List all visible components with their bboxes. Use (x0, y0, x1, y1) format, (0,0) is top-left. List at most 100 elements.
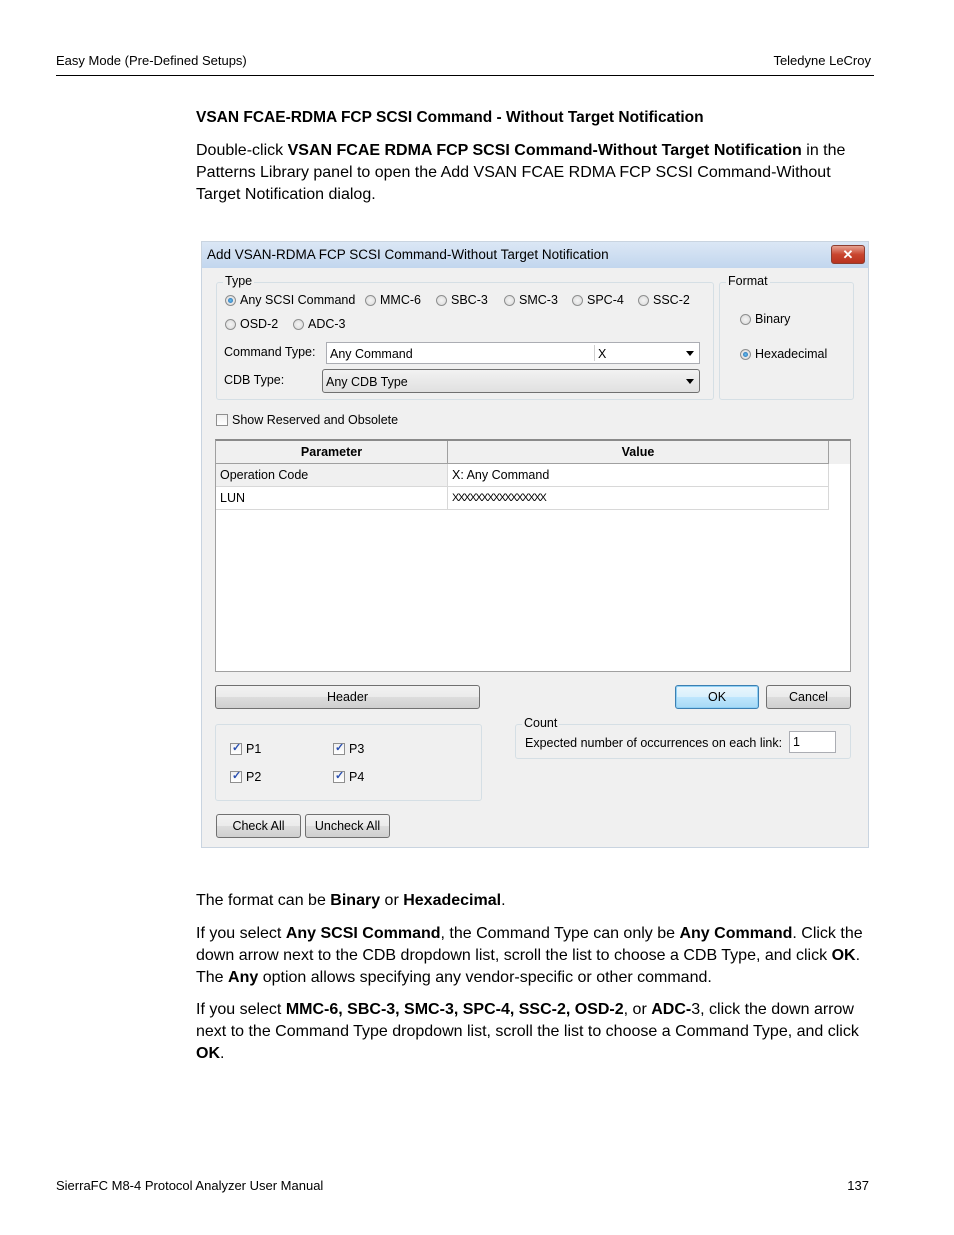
radio-icon (740, 313, 751, 325)
command-type-label: Command Type: (224, 345, 316, 359)
grid-header-filler (828, 441, 850, 464)
text: If you select (196, 1001, 286, 1018)
value-cell[interactable]: XXXXXXXXXXXXXXXX (447, 486, 829, 510)
dialog-title: Add VSAN-RDMA FCP SCSI Command-Without T… (207, 247, 609, 262)
text: , or (623, 1001, 652, 1018)
radio-icon (436, 294, 447, 306)
radio-icon (293, 318, 304, 330)
radio-label: SPC-4 (587, 293, 624, 307)
radio-hexadecimal[interactable]: Hexadecimal (740, 347, 827, 361)
radio-ssc-2[interactable]: SSC-2 (638, 293, 690, 307)
bold-text: OK (831, 947, 856, 964)
specific-type-paragraph: If you select MMC-6, SBC-3, SMC-3, SPC-4… (196, 999, 876, 1065)
column-header-parameter[interactable]: Parameter (216, 441, 448, 464)
bold-text: Any (228, 969, 259, 986)
format-group: Format (719, 274, 854, 400)
table-row[interactable]: Operation Code X: Any Command (216, 463, 829, 487)
header-button[interactable]: Header (215, 685, 480, 709)
checkbox-checked-icon (230, 769, 242, 783)
text: The format can be (196, 892, 331, 909)
bold-text: Any SCSI Command (285, 925, 441, 942)
parameter-cell: Operation Code (216, 463, 448, 487)
bold-text: ADC- (651, 1001, 692, 1018)
chevron-down-icon[interactable] (686, 351, 694, 356)
radio-label: Binary (755, 312, 791, 326)
radio-icon (365, 294, 376, 306)
ok-button[interactable]: OK (675, 685, 759, 709)
port-checkbox-p1[interactable]: P1 (230, 741, 262, 756)
footer-manual-title: SierraFC M8-4 Protocol Analyzer User Man… (56, 1178, 324, 1193)
text: , the Command Type can only be (440, 925, 680, 942)
table-row[interactable]: LUN XXXXXXXXXXXXXXXX (216, 486, 829, 510)
uncheck-all-button[interactable]: Uncheck All (305, 814, 390, 838)
radio-label: Hexadecimal (755, 347, 828, 361)
checkbox-checked-icon (230, 741, 242, 755)
count-group-label: Count (522, 716, 560, 730)
command-type-value: Any Command (330, 347, 413, 361)
bold-text: MMC-6, SBC-3, SMC-3, SPC-4, SSC-2, OSD-2 (285, 1001, 624, 1018)
show-reserved-checkbox[interactable]: Show Reserved and Obsolete (216, 413, 398, 427)
radio-binary[interactable]: Binary (740, 312, 790, 326)
ports-group (215, 724, 482, 801)
radio-sbc-3[interactable]: SBC-3 (436, 293, 488, 307)
combo-separator (594, 345, 595, 361)
text: If you select (196, 925, 286, 942)
text: or (380, 892, 404, 909)
value-cell[interactable]: X: Any Command (447, 463, 829, 487)
cdb-type-value: Any CDB Type (326, 375, 408, 389)
format-group-label: Format (726, 274, 770, 288)
checkbox-label: P3 (349, 742, 365, 756)
column-header-value[interactable]: Value (447, 441, 829, 464)
checkbox-icon (216, 414, 228, 426)
count-input[interactable]: 1 (789, 731, 836, 753)
radio-smc-3[interactable]: SMC-3 (504, 293, 558, 307)
check-all-button[interactable]: Check All (216, 814, 301, 838)
parameter-grid: Parameter Value Operation Code X: Any Co… (215, 439, 851, 672)
command-type-code: X (598, 347, 607, 361)
radio-selected-icon (225, 294, 236, 306)
count-field-label: Expected number of occurrences on each l… (525, 736, 783, 750)
bold-text: Any Command (679, 925, 793, 942)
command-type-dropdown[interactable]: Any Command X (326, 342, 700, 364)
grid-header-row: Parameter Value (216, 441, 829, 464)
cancel-button[interactable]: Cancel (766, 685, 851, 709)
checkbox-label: P2 (246, 770, 262, 784)
checkbox-label: P4 (349, 770, 365, 784)
checkbox-label: Show Reserved and Obsolete (232, 413, 399, 427)
bold-text: Binary (330, 892, 381, 909)
radio-mmc-6[interactable]: MMC-6 (365, 293, 421, 307)
parameter-cell: LUN (216, 486, 448, 510)
radio-label: OSD-2 (240, 317, 279, 331)
radio-osd-2[interactable]: OSD-2 (225, 317, 278, 331)
port-checkbox-p4[interactable]: P4 (333, 769, 365, 784)
chevron-down-icon[interactable] (686, 379, 694, 384)
radio-icon (572, 294, 583, 306)
port-checkbox-p2[interactable]: P2 (230, 769, 262, 784)
bold-text: OK (196, 1045, 220, 1062)
bold-text: Hexadecimal (403, 892, 502, 909)
radio-icon (638, 294, 649, 306)
dialog-titlebar[interactable]: Add VSAN-RDMA FCP SCSI Command-Without T… (202, 242, 868, 268)
any-scsi-paragraph: If you select Any SCSI Command, the Comm… (196, 923, 876, 989)
radio-spc-4[interactable]: SPC-4 (572, 293, 624, 307)
page-number: 137 (847, 1178, 869, 1193)
header-divider (56, 75, 874, 76)
radio-label: SMC-3 (519, 293, 558, 307)
port-checkbox-p3[interactable]: P3 (333, 741, 365, 756)
close-button[interactable]: ✕ (831, 245, 865, 264)
cdb-type-label: CDB Type: (224, 373, 285, 387)
radio-selected-icon (740, 348, 751, 360)
bold-text: VSAN FCAE RDMA FCP SCSI Command-Without … (287, 142, 802, 159)
cdb-type-dropdown[interactable]: Any CDB Type (322, 369, 700, 393)
text: . (501, 892, 506, 909)
radio-any-scsi-command[interactable]: Any SCSI Command (225, 293, 355, 307)
checkbox-checked-icon (333, 741, 345, 755)
radio-label: MMC-6 (380, 293, 421, 307)
section-title: VSAN FCAE-RDMA FCP SCSI Command - Withou… (196, 109, 704, 126)
radio-label: ADC-3 (308, 317, 346, 331)
text: option allows specifying any vendor-spec… (258, 969, 712, 986)
checkbox-label: P1 (246, 742, 262, 756)
close-icon: ✕ (842, 247, 854, 262)
intro-paragraph: Double-click VSAN FCAE RDMA FCP SCSI Com… (196, 140, 876, 206)
radio-adc-3[interactable]: ADC-3 (293, 317, 346, 331)
